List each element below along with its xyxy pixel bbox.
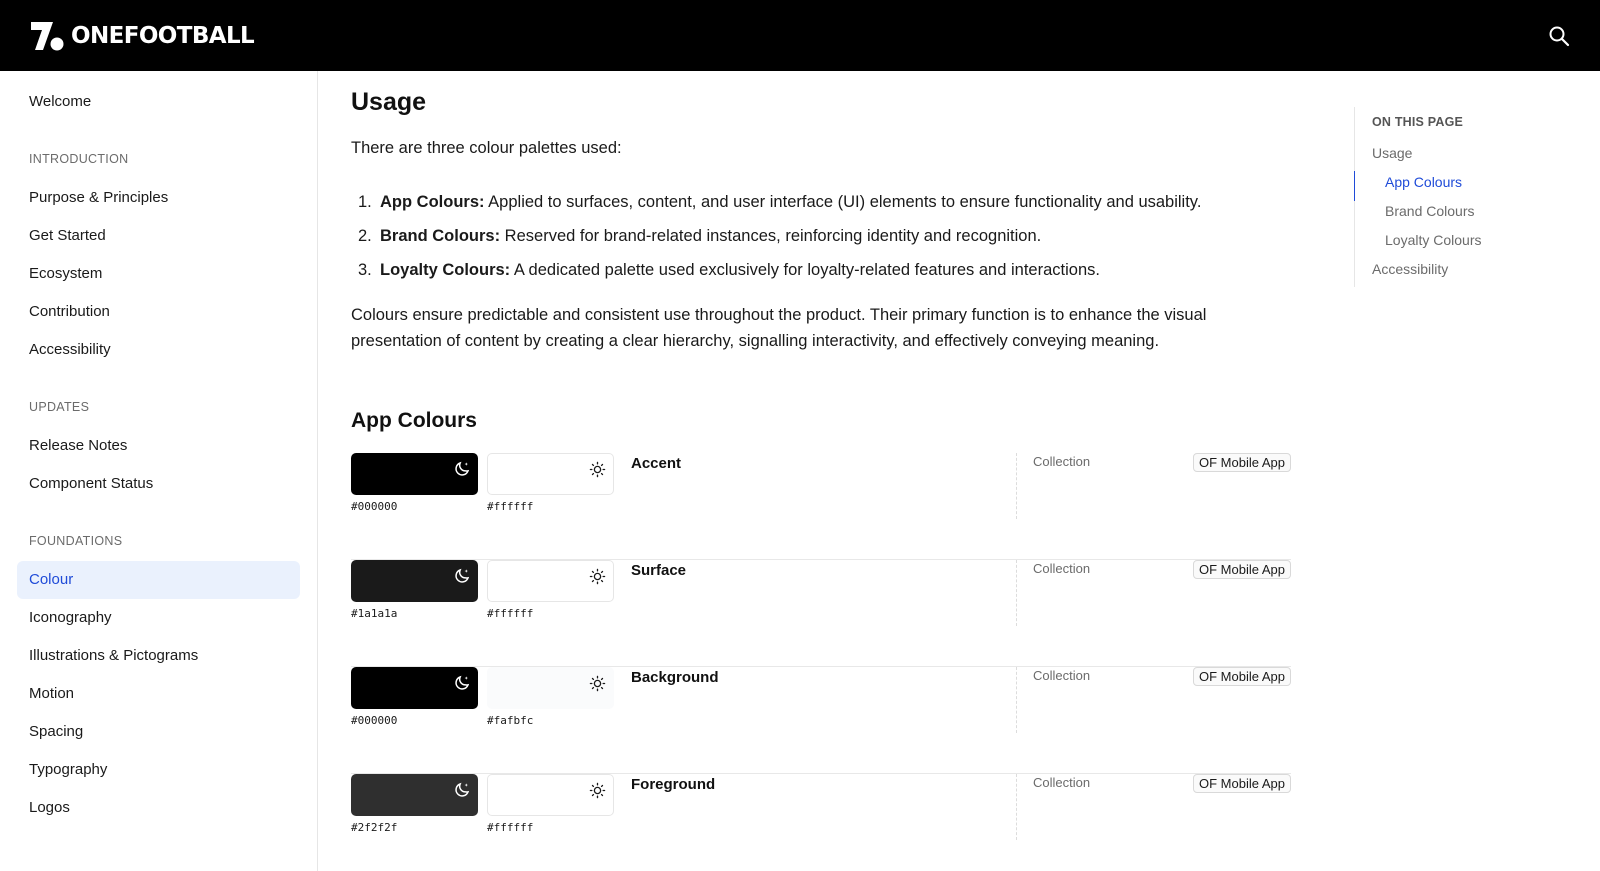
token-name: Background (631, 669, 719, 686)
sidebar-section-updates: UPDATES (29, 400, 90, 414)
collection-badge: OF Mobile App (1193, 667, 1291, 686)
toc-active-marker (1354, 171, 1355, 201)
on-this-page-toc: ON THIS PAGE Usage App Colours Brand Col… (1354, 107, 1574, 287)
sidebar-item-colour[interactable]: Colour (17, 561, 300, 599)
colour-token-list: #000000 #ffffff Accent Collection OF Mob… (351, 453, 1291, 871)
moon-icon (455, 568, 470, 583)
search-button[interactable] (1546, 23, 1572, 49)
description-paragraph: Colours ensure predictable and consisten… (351, 306, 1207, 350)
collection-label: Collection (1033, 775, 1091, 790)
light-swatch[interactable] (487, 453, 614, 495)
main-content: Usage There are three colour palettes us… (351, 71, 1291, 871)
moon-icon (455, 461, 470, 476)
collection-label: Collection (1033, 668, 1091, 683)
sidebar-item-ecosystem[interactable]: Ecosystem (17, 255, 300, 293)
divider (1016, 774, 1017, 840)
light-hex-value: #ffffff (487, 500, 534, 513)
list-item: 1. App Colours: Applied to surfaces, cont… (358, 193, 1202, 211)
dark-swatch[interactable] (351, 560, 478, 602)
intro-text: There are three colour palettes used: (351, 139, 622, 157)
light-hex-value: #ffffff (487, 821, 534, 834)
sidebar-item-illustrations-pictograms[interactable]: Illustrations & Pictograms (17, 637, 300, 675)
light-swatch[interactable] (487, 560, 614, 602)
light-hex-value: #fafbfc (487, 714, 534, 727)
sidebar-item-motion[interactable]: Motion (17, 675, 300, 713)
collection-badge: OF Mobile App (1193, 774, 1291, 793)
moon-icon (455, 675, 470, 690)
dark-swatch[interactable] (351, 667, 478, 709)
sidebar-item-component-status[interactable]: Component Status (17, 465, 300, 503)
toc-item-app-colours[interactable]: App Colours (1385, 174, 1462, 190)
toc-item-accessibility[interactable]: Accessibility (1372, 261, 1448, 277)
top-header: ONEFOOTBALL (0, 0, 1600, 71)
light-swatch[interactable] (487, 774, 614, 816)
sidebar-item-logos[interactable]: Logos (17, 789, 300, 827)
palette-list: 1. App Colours: Applied to surfaces, cont… (351, 185, 1291, 287)
collection-label: Collection (1033, 454, 1091, 469)
onefootball-logo[interactable]: ONEFOOTBALL (29, 20, 255, 52)
onefootball-mark-icon (31, 21, 64, 50)
dark-swatch[interactable] (351, 453, 478, 495)
sidebar-item-purpose-principles[interactable]: Purpose & Principles (17, 179, 300, 217)
sidebar-item-typography[interactable]: Typography (17, 751, 300, 789)
divider (1016, 453, 1017, 519)
page-title: Usage (351, 88, 427, 116)
sidebar-item-spacing[interactable]: Spacing (17, 713, 300, 751)
token-name: Accent (631, 455, 682, 472)
light-swatch[interactable] (487, 667, 614, 709)
brand-name: ONEFOOTBALL (71, 22, 255, 49)
colour-token-row: #000000 #ffffff Accent Collection OF Mob… (351, 453, 1291, 560)
list-item: 2. Brand Colours: Reserved for brand-rela… (358, 227, 1042, 245)
toc-item-usage[interactable]: Usage (1372, 145, 1412, 161)
sun-icon (589, 568, 606, 585)
dark-hex-value: #000000 (351, 500, 398, 513)
dark-hex-value: #2f2f2f (351, 821, 398, 834)
sidebar-section-foundations: FOUNDATIONS (29, 534, 123, 548)
token-name: Surface (631, 562, 687, 579)
colour-token-row: #1a1a1a #ffffff Surface Collection OF Mo… (351, 560, 1291, 667)
section-heading-app-colours: App Colours (351, 409, 477, 432)
list-item: 3. Loyalty Colours: A dedicated palette u… (358, 261, 1100, 279)
light-hex-value: #ffffff (487, 607, 534, 620)
toc-title: ON THIS PAGE (1372, 115, 1464, 129)
colour-token-row: #2f2f2f #ffffff Foreground Collection OF… (351, 774, 1291, 871)
sidebar-nav: Welcome INTRODUCTION Purpose & Principle… (0, 71, 318, 871)
sidebar-item-contribution[interactable]: Contribution (17, 293, 300, 331)
dark-swatch[interactable] (351, 774, 478, 816)
search-icon (1549, 26, 1570, 46)
sidebar-item-release-notes[interactable]: Release Notes (17, 427, 300, 465)
colour-token-row: #000000 #fafbfc Background Collection OF… (351, 667, 1291, 774)
collection-label: Collection (1033, 561, 1091, 576)
toc-item-loyalty-colours[interactable]: Loyalty Colours (1385, 232, 1482, 248)
sidebar-section-introduction: INTRODUCTION (29, 152, 129, 166)
token-name: Foreground (631, 776, 716, 793)
sidebar-item-iconography[interactable]: Iconography (17, 599, 300, 637)
sidebar-item-welcome[interactable]: Welcome (17, 83, 300, 121)
divider (1016, 560, 1017, 626)
toc-item-brand-colours[interactable]: Brand Colours (1385, 203, 1475, 219)
collection-badge: OF Mobile App (1193, 560, 1291, 579)
sun-icon (589, 675, 606, 692)
dark-hex-value: #1a1a1a (351, 607, 398, 620)
sun-icon (589, 782, 606, 799)
collection-badge: OF Mobile App (1193, 453, 1291, 472)
divider (1016, 667, 1017, 733)
sun-icon (589, 461, 606, 478)
sidebar-item-get-started[interactable]: Get Started (17, 217, 300, 255)
dark-hex-value: #000000 (351, 714, 398, 727)
moon-icon (455, 782, 470, 797)
sidebar-item-accessibility[interactable]: Accessibility (17, 331, 300, 369)
